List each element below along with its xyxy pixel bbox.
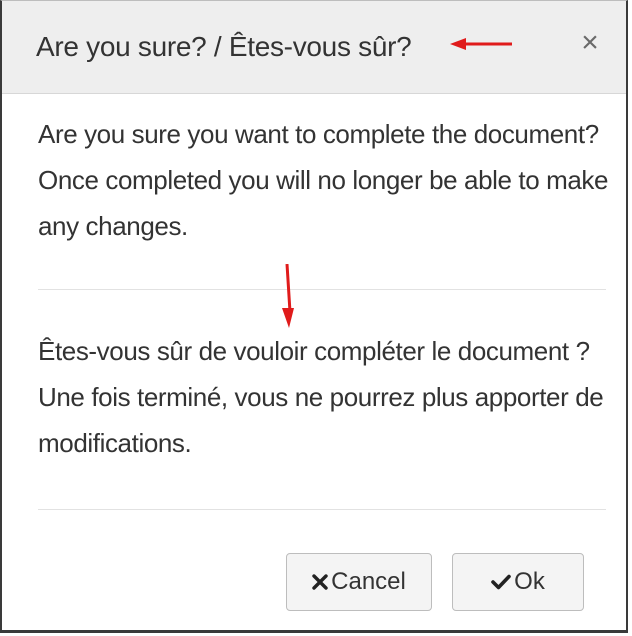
x-icon <box>312 574 328 590</box>
cancel-label: Cancel <box>331 568 406 595</box>
cancel-button[interactable]: Cancel <box>286 553 432 611</box>
red-arrow-left-icon <box>450 38 512 50</box>
divider <box>38 509 606 510</box>
dialog-header: Are you sure? / Êtes-vous sûr? × <box>2 1 626 94</box>
check-icon <box>491 574 511 590</box>
divider <box>38 289 606 290</box>
close-icon[interactable]: × <box>576 28 604 58</box>
dialog-title: Are you sure? / Êtes-vous sûr? <box>36 31 412 62</box>
ok-button[interactable]: Ok <box>452 553 584 611</box>
message-french: Êtes-vous sûr de vouloir compléter le do… <box>38 336 604 458</box>
message-english: Are you sure you want to complete the do… <box>38 119 609 241</box>
confirm-dialog: Are you sure? / Êtes-vous sûr? × Are you… <box>0 0 628 633</box>
ok-label: Ok <box>514 568 545 595</box>
red-arrow-down-icon <box>282 264 294 328</box>
